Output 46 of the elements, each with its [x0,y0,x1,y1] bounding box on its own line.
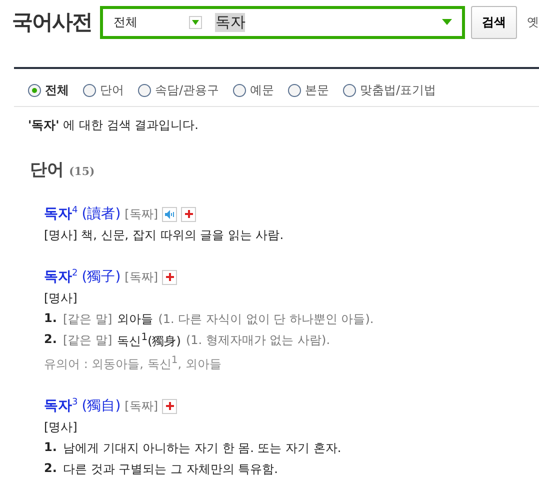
sense-number: 2. [44,461,58,477]
sense-number: 1. [44,311,58,327]
part-of-speech: [명사] [44,419,78,436]
section-title: 단어 [30,159,64,181]
sense-gloss: (1. 다른 자식이 없이 단 하나뿐인 아들). [158,311,374,328]
synonym-link[interactable]: 독신$^{1}$(獨身) [117,332,181,350]
headword-link[interactable]: 독자$^{4}$ [44,205,78,223]
dropdown-caret-icon[interactable] [189,16,202,28]
search-query: 독자 [215,12,246,32]
search-field[interactable]: 전체 독자 [100,6,465,38]
headword-link[interactable]: 독자$^{3}$ [44,397,78,415]
sense-number: 2. [44,332,58,348]
plus-icon[interactable] [181,206,196,222]
filter-radio[interactable]: 본문 [288,80,330,100]
synonyms: 유의어 : 외동아들, 독신$^{1}$, 외아들 [44,355,222,373]
plus-icon[interactable] [162,398,178,414]
result-note: '독자' 에 대한 검색 결과입니다. [28,117,200,134]
search-button[interactable]: 검색 [470,6,517,38]
filter-radio[interactable]: 맞춤법/표기법 [343,80,436,100]
result-count: (15) [69,165,95,178]
synonym-link[interactable]: 외아들 [117,311,154,328]
headword-link[interactable]: 독자$^{2}$ [44,268,78,286]
sense-gloss: (1. 형제자매가 없는 사람). [186,332,330,349]
filter-radio[interactable]: 단어 [83,80,124,100]
speaker-icon[interactable] [162,206,178,222]
sense-text: 다른 것과 구별되는 그 자체만의 특유함. [63,461,278,478]
filter-radio[interactable]: 속담/관용구 [138,80,220,100]
part-of-speech: [명사] [44,290,78,307]
hanja: (獨自) [82,397,121,415]
sense-number: 1. [44,440,58,456]
scope-select[interactable]: 전체 [113,14,190,30]
definition: [명사] 책, 신문, 잡지 따위의 글을 읽는 사람. [44,227,285,244]
filter-radio[interactable]: 예문 [233,80,274,100]
plus-icon[interactable] [162,270,178,284]
filter-radio[interactable]: 전체 [28,80,69,100]
hanja: (獨子) [82,268,121,286]
hanja: (讀者) [82,205,121,223]
sense-tag: [같은 말] [63,332,112,350]
pronunciation: [독짜] [124,268,158,286]
sense-text: 남에게 기대지 아니하는 자기 한 몸. 또는 자기 혼자. [63,440,342,457]
pronunciation: [독짜] [124,206,158,222]
dropdown-caret-icon[interactable] [442,19,452,25]
sense-tag: [같은 말] [63,311,112,328]
dictionary-logo[interactable]: 국어사전 [12,8,100,36]
side-link[interactable]: 옛 [527,14,539,30]
pronunciation: [독짜] [124,398,158,414]
